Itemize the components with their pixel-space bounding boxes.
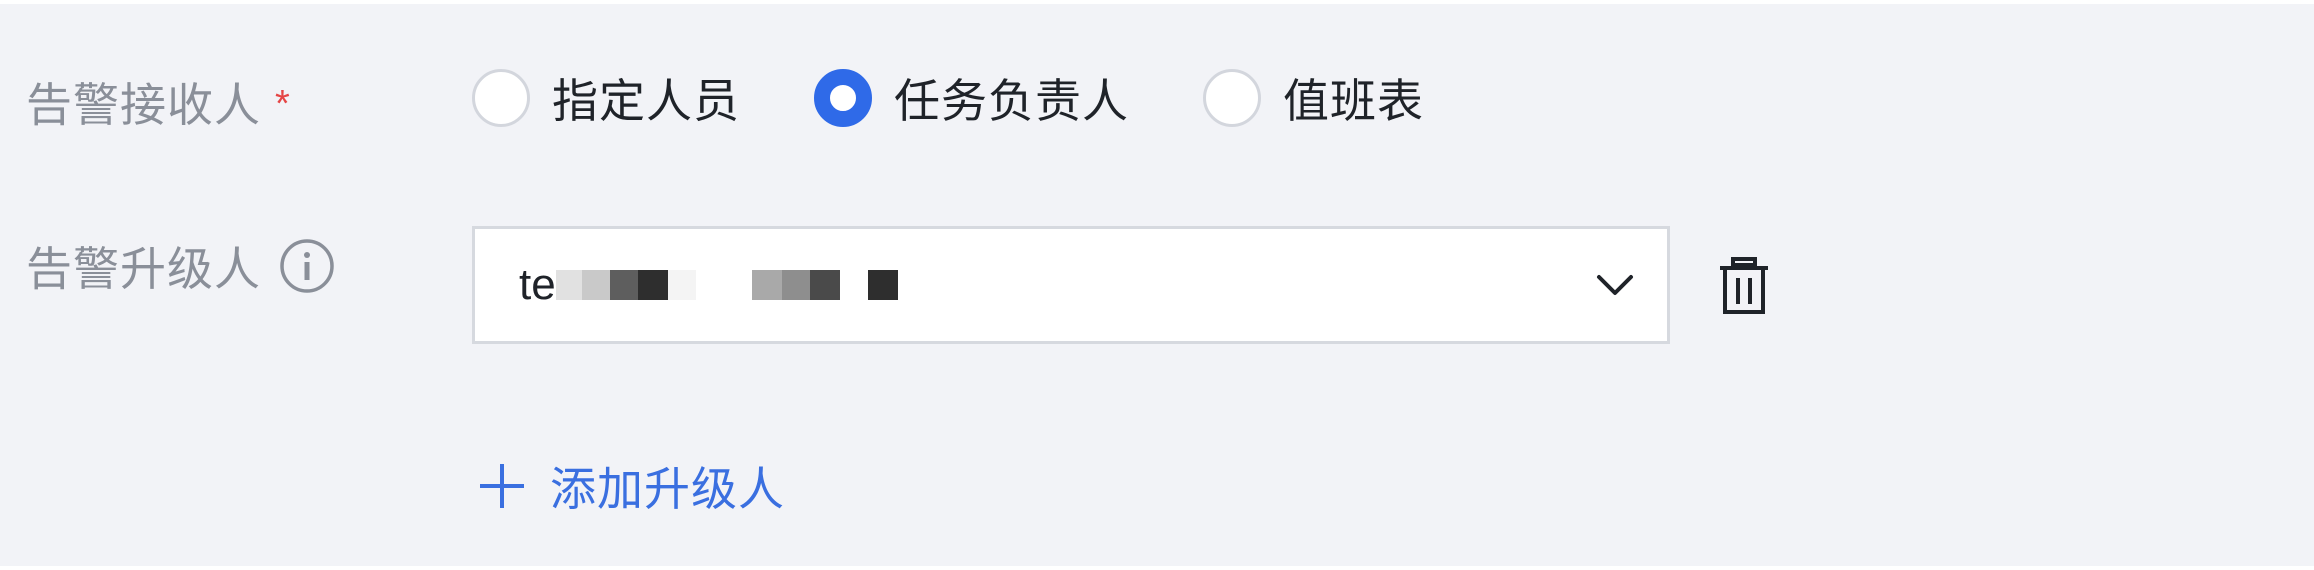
receiver-label: 告警接收人 <box>26 79 261 131</box>
plus-icon <box>480 464 524 508</box>
escalation-label: 告警升级人 <box>26 243 261 295</box>
radio-label: 任务负责人 <box>894 75 1129 127</box>
bottom-divider <box>0 566 2314 570</box>
select-value-text: te <box>519 260 556 309</box>
radio-option-duty-roster[interactable]: 值班表 <box>1203 65 1424 131</box>
escalation-label-row: 告警升级人 <box>26 236 335 296</box>
required-mark: * <box>275 82 291 125</box>
trash-icon[interactable] <box>1716 256 1772 316</box>
radio-circle-checked[interactable] <box>814 69 872 127</box>
radio-label: 值班表 <box>1283 75 1424 127</box>
receiver-radio-group: 指定人员 任务负责人 值班表 <box>472 68 1498 128</box>
top-divider <box>0 0 2314 4</box>
radio-option-task-owner[interactable]: 任务负责人 <box>814 65 1129 131</box>
radio-circle-unchecked[interactable] <box>472 69 530 127</box>
radio-circle-unchecked[interactable] <box>1203 69 1261 127</box>
radio-label: 指定人员 <box>552 75 740 127</box>
escalation-person-select[interactable]: te <box>472 226 1670 344</box>
receiver-label-row: 告警接收人 * <box>26 72 291 132</box>
add-escalation-button[interactable]: 添加升级人 <box>478 456 785 516</box>
info-icon[interactable] <box>279 238 335 294</box>
add-escalation-label: 添加升级人 <box>550 463 785 515</box>
redacted-text <box>555 270 898 300</box>
select-value: te <box>519 260 898 310</box>
chevron-down-icon[interactable] <box>1593 263 1637 307</box>
radio-option-specified-person[interactable]: 指定人员 <box>472 65 740 131</box>
